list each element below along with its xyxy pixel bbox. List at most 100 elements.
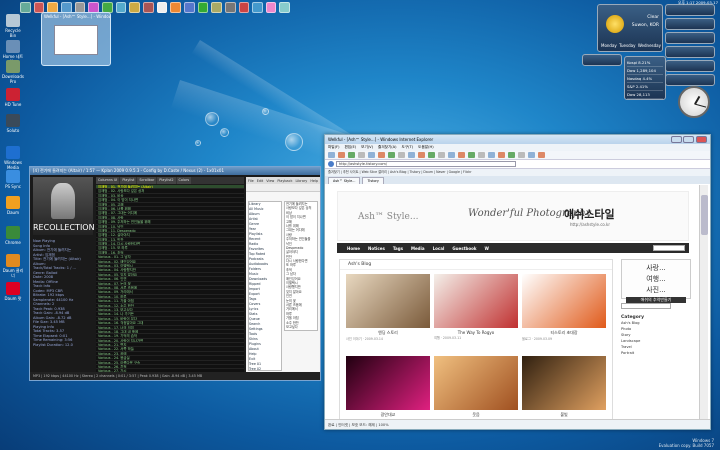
quick-launch-icon[interactable] [20, 1, 31, 13]
minimize-button[interactable] [671, 136, 682, 143]
library-menu-item[interactable]: View [266, 179, 274, 183]
quick-launch-icon[interactable] [74, 1, 86, 13]
quick-launch-icon[interactable] [211, 1, 222, 13]
blog-nav-item[interactable]: W [485, 246, 489, 251]
quick-launch-icon[interactable] [60, 1, 72, 13]
desktop-icon[interactable]: Chrome [2, 226, 24, 245]
back-icon[interactable] [328, 161, 334, 167]
toolbar-icon[interactable] [398, 152, 405, 158]
desktop-icon[interactable]: Daum 클리너 [2, 254, 24, 278]
quick-launch-icon[interactable] [170, 1, 181, 13]
toolbar-icon[interactable] [458, 152, 465, 158]
playlist[interactable]: 임재범 - 01. 전기에 들려지는 (Altair) 임재범 - 02. 사랑보… [96, 185, 244, 373]
url-input[interactable]: http://ashstyle.tistory.com/ [336, 161, 516, 167]
browser-menu-item[interactable]: 도구(T) [402, 144, 414, 151]
blog-post[interactable]: 불빛사진 · 2009.02.20 [522, 356, 606, 421]
close-button[interactable] [696, 136, 707, 143]
clock-gadget[interactable] [678, 86, 710, 118]
blog-nav-item[interactable]: Media [411, 246, 425, 251]
quick-launch-icon[interactable] [197, 1, 209, 13]
desktop-icon[interactable]: PS Sync [2, 170, 24, 189]
toolbar-icon[interactable] [528, 152, 535, 158]
library-menu-item[interactable]: Playback [277, 179, 292, 183]
toolbar-icon[interactable] [328, 152, 335, 158]
library-list-row[interactable]: 보고싶다 [285, 325, 317, 329]
blog-post[interactable]: 광안대교야경 · 2009.03.02 [346, 356, 430, 421]
browser-tab[interactable]: Ash™ Style... [328, 177, 361, 184]
weather-gadget[interactable]: Suwon, KOR Clear Monday Tuesday Wednesda… [597, 4, 663, 52]
feed-item[interactable] [665, 60, 715, 72]
feed-item[interactable] [665, 18, 715, 30]
desktop-icon[interactable]: Daum 팟 [2, 282, 24, 301]
player-tab[interactable]: Playlist2 [157, 177, 176, 184]
desktop-icon[interactable]: Windows Media [2, 146, 24, 170]
quick-launch-icon[interactable] [47, 1, 58, 13]
quick-launch-icon[interactable] [265, 1, 277, 13]
toolbar-icon[interactable] [508, 152, 515, 158]
library-menu-item[interactable]: Edit [257, 179, 264, 183]
toolbar-icon[interactable] [538, 152, 545, 158]
desktop-icon[interactable]: HD Tune [2, 88, 24, 107]
desktop-icon[interactable]: Daum [2, 196, 24, 215]
blog-post[interactable]: 티스토리 초대장 블로그 · 2009.03.09 [522, 274, 606, 352]
player-tab[interactable]: Columns UI [96, 177, 120, 184]
quick-launch-icon[interactable] [88, 1, 99, 13]
stocks-gadget[interactable]: Kospi 8.21% Dow 1,289,104 Nasdaq 4.4% S&P 2… [624, 56, 666, 100]
desktop-icon[interactable]: Downloads Pro [2, 60, 24, 84]
quick-launch-icon[interactable] [33, 1, 45, 13]
player-tab[interactable]: Scrollbar [137, 177, 157, 184]
feed-item[interactable] [665, 32, 715, 44]
browser-menu-item[interactable]: 보기(V) [361, 144, 373, 151]
browser-window[interactable]: Welkful - [Ash™ Style...] - Windows Inte… [324, 134, 711, 430]
feed-item[interactable] [665, 46, 715, 58]
quick-launch-icon[interactable] [252, 1, 263, 13]
toolbar-icon[interactable] [418, 152, 425, 158]
browser-menu-item[interactable]: 파일(F) [328, 144, 339, 151]
blog-nav-item[interactable]: Notices [368, 246, 385, 251]
player-tab[interactable]: Colors [176, 177, 192, 184]
desktop-icon[interactable]: Soluto [2, 114, 24, 133]
toolbar-icon[interactable] [468, 152, 475, 158]
toolbar-icon[interactable] [518, 152, 525, 158]
vertical-scrollbar[interactable] [699, 185, 708, 421]
library-tree-item[interactable]: Tree 02 [249, 367, 281, 370]
quick-launch-icon[interactable] [101, 1, 113, 13]
toolbar-icon[interactable] [448, 152, 455, 158]
quick-launch-icon[interactable] [238, 1, 250, 13]
toolbar-icon[interactable] [408, 152, 415, 158]
toolbar-icon[interactable] [438, 152, 445, 158]
quick-launch-icon[interactable] [279, 1, 291, 13]
sidebar-banner[interactable]: 사랑... 여행... 사진... 애쉬의 추억만들기 [621, 259, 691, 303]
browser-menu-item[interactable]: 도움말(H) [418, 144, 433, 151]
toolbar-icon[interactable] [368, 152, 375, 158]
toolbar-icon[interactable] [338, 152, 345, 158]
blog-search-input[interactable] [653, 245, 685, 251]
blog-post[interactable]: 웃음인물 · 2009.02.27 [434, 356, 518, 421]
blog-logo[interactable]: Ash™ Style... [358, 212, 418, 222]
toolbar-icon[interactable] [348, 152, 355, 158]
library-menu-item[interactable]: File [248, 179, 254, 183]
taskbar-thumbnail[interactable]: Welkful - [Ash™ Style...] - Windows Inte… [41, 12, 111, 66]
library-panel[interactable]: File Edit View Playback Library Help Library A… [246, 177, 320, 373]
quick-launch-icon[interactable] [156, 1, 168, 13]
library-menu-item[interactable]: Library [295, 179, 307, 183]
network-gadget[interactable] [582, 54, 622, 66]
feed-item[interactable] [665, 74, 715, 86]
blog-nav-item[interactable]: Tags [393, 246, 403, 251]
toolbar-icon[interactable] [428, 152, 435, 158]
browser-tab[interactable]: Tistory [362, 177, 384, 184]
music-player-window[interactable]: [4] 전기에 들려지는 (Altair) / 1:57 — Kplan 200… [29, 166, 321, 381]
scrollbar-thumb[interactable] [701, 195, 708, 235]
toolbar-icon[interactable] [388, 152, 395, 158]
blog-nav-item[interactable]: Home [347, 246, 360, 251]
toolbar-icon[interactable] [488, 152, 495, 158]
blog-post[interactable]: 엔딩 스토리 사진 이야기 · 2009.03.14 [346, 274, 430, 352]
toolbar-icon[interactable] [358, 152, 365, 158]
blog-post[interactable]: The Way To Rogyo 여행 · 2009.03.11 [434, 274, 518, 352]
browser-menu-item[interactable]: 편집(E) [344, 144, 356, 151]
blog-nav-item[interactable]: Local [433, 246, 445, 251]
library-list[interactable]: 전기에 들려지는 사랑보다 깊은 상처 비상 이 밤이 지나면 고해 너를 위해 그대는 어… [284, 201, 318, 331]
player-tab[interactable]: Playlist [120, 177, 137, 184]
category-item[interactable]: Portrait [621, 350, 691, 356]
toolbar-icon[interactable] [498, 152, 505, 158]
